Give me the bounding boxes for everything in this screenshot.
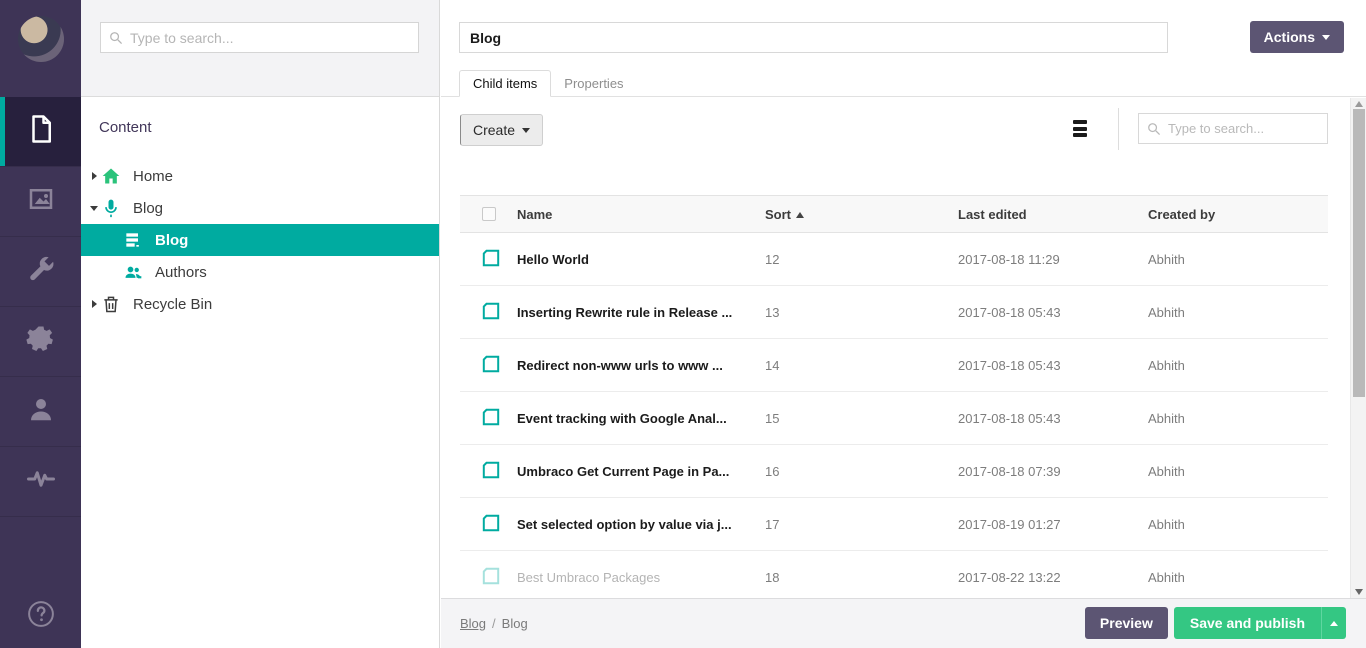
list-toolbar: Create [441, 98, 1350, 160]
gear-icon [26, 324, 56, 359]
save-split-button: Save and publish [1174, 607, 1346, 639]
list-search-input[interactable] [1168, 121, 1319, 136]
tree-search-box[interactable] [100, 22, 419, 53]
sort-ascending-icon [796, 212, 804, 218]
tree-section-heading: Content [99, 119, 152, 136]
child-items-table: Name Sort Last edited Created by Hello W… [460, 195, 1328, 604]
actions-button-label: Actions [1264, 29, 1315, 45]
rail-item-settings[interactable] [0, 237, 81, 307]
list-icon [123, 230, 143, 250]
wrench-icon [26, 254, 56, 289]
content-note-icon [482, 461, 500, 479]
search-icon [1147, 122, 1161, 136]
tree-item-label: Recycle Bin [133, 296, 212, 313]
chevron-up-icon [1330, 621, 1338, 626]
chevron-down-icon [522, 128, 530, 133]
content-note-icon [482, 408, 500, 426]
user-icon [26, 394, 56, 429]
tree-item-authors[interactable]: Authors [81, 256, 439, 288]
tree-item-blog-child-selected[interactable]: Blog [81, 224, 439, 256]
breadcrumb-link-blog[interactable]: Blog [460, 616, 486, 631]
table-row[interactable]: Event tracking with Google Anal... 15 20… [460, 392, 1328, 445]
editor-pane: Actions Child items Properties Create [441, 0, 1366, 648]
caret-down-icon[interactable] [89, 206, 99, 211]
column-header-name[interactable]: Name [517, 207, 765, 222]
scroll-up-arrow-icon[interactable] [1355, 101, 1363, 107]
rail-item-content[interactable] [0, 97, 81, 167]
content-note-icon [482, 249, 500, 267]
table-row[interactable]: Redirect non-www urls to www ... 14 2017… [460, 339, 1328, 392]
rail-item-developer[interactable] [0, 307, 81, 377]
people-icon [123, 262, 143, 282]
table-row[interactable]: Umbraco Get Current Page in Pa... 16 201… [460, 445, 1328, 498]
tree-item-label: Home [133, 168, 173, 185]
content-note-icon [482, 567, 500, 585]
tab-properties[interactable]: Properties [551, 70, 636, 97]
microphone-icon [101, 198, 121, 218]
vertical-scrollbar[interactable] [1350, 98, 1366, 598]
trash-icon [101, 294, 121, 314]
app-rail [0, 0, 81, 648]
content-note-icon [482, 302, 500, 320]
rail-item-users[interactable] [0, 377, 81, 447]
table-header-row: Name Sort Last edited Created by [460, 195, 1328, 233]
content-tree-panel: Content Home Blog Blog [81, 0, 440, 648]
tree-item-label: Authors [155, 264, 207, 281]
tree-item-blog[interactable]: Blog [81, 192, 439, 224]
table-row[interactable]: Hello World 12 2017-08-18 11:29 Abhith [460, 233, 1328, 286]
page-title-input[interactable] [459, 22, 1168, 53]
content-note-icon [482, 355, 500, 373]
content-note-icon [482, 514, 500, 532]
save-options-toggle[interactable] [1321, 607, 1346, 639]
tab-child-items[interactable]: Child items [459, 70, 551, 97]
tree-search-area [81, 0, 439, 97]
editor-footer: Blog/Blog Preview Save and publish [441, 598, 1366, 648]
help-icon [26, 599, 56, 634]
table-row[interactable]: Set selected option by value via j... 17… [460, 498, 1328, 551]
create-button-label: Create [473, 122, 515, 138]
editor-header: Actions Child items Properties [441, 0, 1366, 97]
table-row-unpublished[interactable]: Best Umbraco Packages 18 2017-08-22 13:2… [460, 551, 1328, 604]
tree-item-recycle-bin[interactable]: Recycle Bin [81, 288, 439, 320]
rail-item-health[interactable] [0, 447, 81, 517]
toolbar-divider [1118, 108, 1119, 150]
search-icon [109, 31, 123, 45]
select-all-checkbox[interactable] [482, 207, 496, 221]
tree-search-input[interactable] [130, 30, 410, 46]
breadcrumb-current: Blog [502, 616, 528, 631]
tree-item-label: Blog [155, 232, 188, 249]
tree-item-label: Blog [133, 200, 163, 217]
tab-bar: Child items Properties [459, 70, 637, 97]
help-button[interactable] [0, 599, 81, 634]
scroll-down-arrow-icon[interactable] [1355, 589, 1363, 595]
home-icon [101, 166, 121, 186]
table-row[interactable]: Inserting Rewrite rule in Release ... 13… [460, 286, 1328, 339]
preview-button[interactable]: Preview [1085, 607, 1168, 639]
chevron-down-icon [1322, 35, 1330, 40]
create-button[interactable]: Create [460, 114, 543, 146]
tree-item-home[interactable]: Home [81, 160, 439, 192]
pulse-icon [26, 464, 56, 499]
media-icon [26, 184, 56, 219]
scrollbar-thumb[interactable] [1353, 109, 1365, 397]
caret-right-icon[interactable] [89, 300, 99, 308]
list-layout-icon[interactable] [1073, 120, 1087, 137]
rail-item-media[interactable] [0, 167, 81, 237]
column-header-sort[interactable]: Sort [765, 207, 958, 222]
column-header-last-edited[interactable]: Last edited [958, 207, 1148, 222]
caret-right-icon[interactable] [89, 172, 99, 180]
column-header-created-by[interactable]: Created by [1148, 207, 1328, 222]
save-and-publish-button[interactable]: Save and publish [1174, 607, 1321, 639]
list-view-area: Create Name Sort Last edited [441, 98, 1350, 598]
user-avatar[interactable] [18, 16, 64, 62]
list-search-box[interactable] [1138, 113, 1328, 144]
actions-button[interactable]: Actions [1250, 21, 1344, 53]
document-icon [26, 114, 56, 149]
breadcrumb: Blog/Blog [460, 616, 528, 631]
